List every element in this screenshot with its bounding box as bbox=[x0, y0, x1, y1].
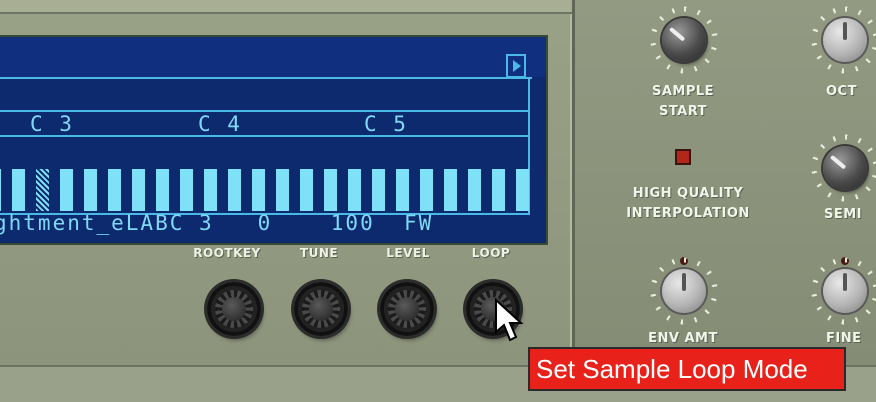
piano-white-key[interactable] bbox=[516, 169, 529, 211]
sampler-device: C 3 C 4 C 5 ghtment_eLABC 3 0 100 FW ROO… bbox=[0, 0, 876, 402]
piano-white-key[interactable] bbox=[204, 169, 217, 211]
octave-label-c5: C 5 bbox=[364, 112, 408, 136]
octave-label-c3: C 3 bbox=[30, 112, 74, 136]
piano-white-key[interactable] bbox=[420, 169, 433, 211]
loop-label: LOOP bbox=[471, 246, 511, 260]
root-key[interactable] bbox=[36, 169, 49, 211]
octave-knob[interactable] bbox=[823, 18, 867, 62]
fine-label: FINE bbox=[826, 331, 862, 346]
tune-label: TUNE bbox=[299, 246, 339, 260]
display-top-band bbox=[0, 37, 546, 77]
level-label: LEVEL bbox=[386, 246, 430, 260]
piano-keyboard[interactable] bbox=[0, 169, 546, 213]
high-quality-label: HIGH QUALITY INTERPOLATION bbox=[626, 186, 750, 221]
piano-white-key[interactable] bbox=[468, 169, 481, 211]
piano-white-key[interactable] bbox=[12, 169, 25, 211]
piano-white-key[interactable] bbox=[276, 169, 289, 211]
sample-start-label: SAMPLE START bbox=[651, 84, 715, 119]
env-amt-knob[interactable] bbox=[662, 269, 706, 313]
tune-knob[interactable] bbox=[294, 282, 348, 336]
fine-knob[interactable] bbox=[823, 269, 867, 313]
piano-white-key[interactable] bbox=[372, 169, 385, 211]
rootkey-label: ROOTKEY bbox=[193, 246, 261, 260]
piano-white-key[interactable] bbox=[324, 169, 337, 211]
sample-zone-panel: C 3 C 4 C 5 ghtment_eLABC 3 0 100 FW ROO… bbox=[0, 0, 575, 392]
piano-white-key[interactable] bbox=[492, 169, 505, 211]
piano-white-key[interactable] bbox=[156, 169, 169, 211]
octave-label: OCT bbox=[826, 84, 857, 99]
display-divider bbox=[0, 110, 530, 112]
sample-start-knob[interactable] bbox=[662, 18, 706, 62]
high-quality-toggle[interactable] bbox=[675, 149, 691, 165]
rootkey-knob[interactable] bbox=[207, 282, 261, 336]
piano-white-key[interactable] bbox=[60, 169, 73, 211]
tooltip: Set Sample Loop Mode bbox=[528, 347, 846, 391]
piano-white-key[interactable] bbox=[444, 169, 457, 211]
display-divider bbox=[0, 77, 532, 79]
display-divider bbox=[0, 135, 530, 137]
piano-white-key[interactable] bbox=[348, 169, 361, 211]
piano-white-key[interactable] bbox=[228, 169, 241, 211]
mouse-cursor-icon bbox=[495, 298, 524, 342]
play-icon[interactable] bbox=[506, 54, 526, 78]
env-amt-label: ENV AMT bbox=[648, 331, 718, 346]
piano-white-key[interactable] bbox=[396, 169, 409, 211]
sample-display[interactable]: C 3 C 4 C 5 ghtment_eLABC 3 0 100 FW bbox=[0, 35, 548, 245]
piano-white-key[interactable] bbox=[108, 169, 121, 211]
octave-label-c4: C 4 bbox=[198, 112, 242, 136]
panel-top-rail bbox=[0, 0, 572, 14]
piano-white-key[interactable] bbox=[300, 169, 313, 211]
semi-label: SEMI bbox=[824, 207, 863, 222]
piano-white-key[interactable] bbox=[84, 169, 97, 211]
piano-white-key[interactable] bbox=[0, 169, 1, 211]
piano-white-key[interactable] bbox=[180, 169, 193, 211]
sample-status-line: ghtment_eLABC 3 0 100 FW bbox=[0, 211, 434, 235]
piano-white-key[interactable] bbox=[132, 169, 145, 211]
piano-white-key[interactable] bbox=[252, 169, 265, 211]
semi-knob[interactable] bbox=[823, 146, 867, 190]
level-knob[interactable] bbox=[380, 282, 434, 336]
